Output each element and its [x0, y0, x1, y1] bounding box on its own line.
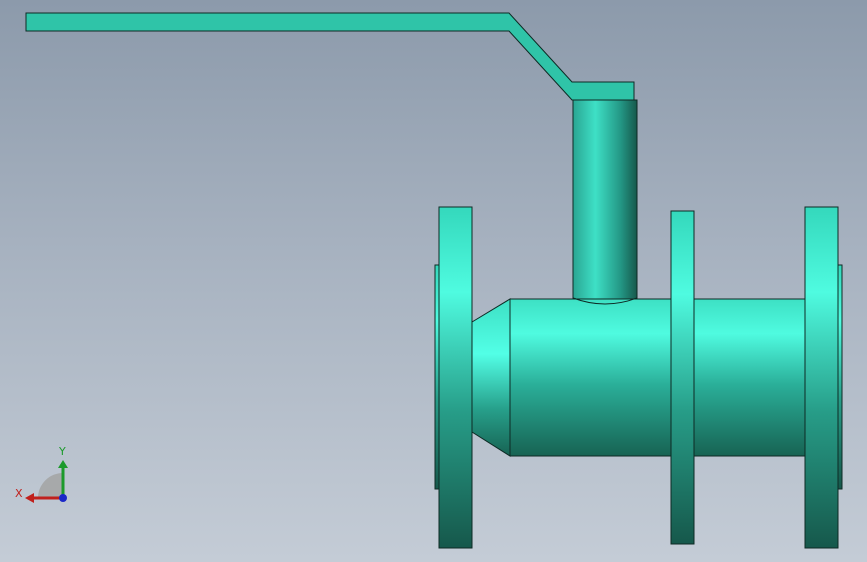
x-axis-arrow — [25, 493, 34, 503]
stem[interactable] — [572, 99, 638, 305]
valve-model[interactable] — [0, 0, 867, 562]
pipe-section[interactable] — [693, 298, 807, 457]
y-axis-arrow — [58, 460, 68, 468]
right-flange[interactable] — [804, 206, 839, 549]
handle-lever[interactable] — [25, 12, 635, 101]
orientation-triad: Y X — [15, 445, 68, 503]
x-axis-label: X — [15, 487, 23, 500]
z-axis-dot — [59, 494, 67, 502]
y-axis-label: Y — [58, 445, 66, 458]
middle-flange[interactable] — [670, 210, 695, 545]
left-flange[interactable] — [438, 206, 473, 549]
graphics-viewport[interactable]: Y X — [0, 0, 867, 562]
triad-plane-wedge — [38, 473, 63, 498]
valve-body[interactable] — [509, 298, 673, 457]
body-taper[interactable] — [471, 298, 511, 457]
